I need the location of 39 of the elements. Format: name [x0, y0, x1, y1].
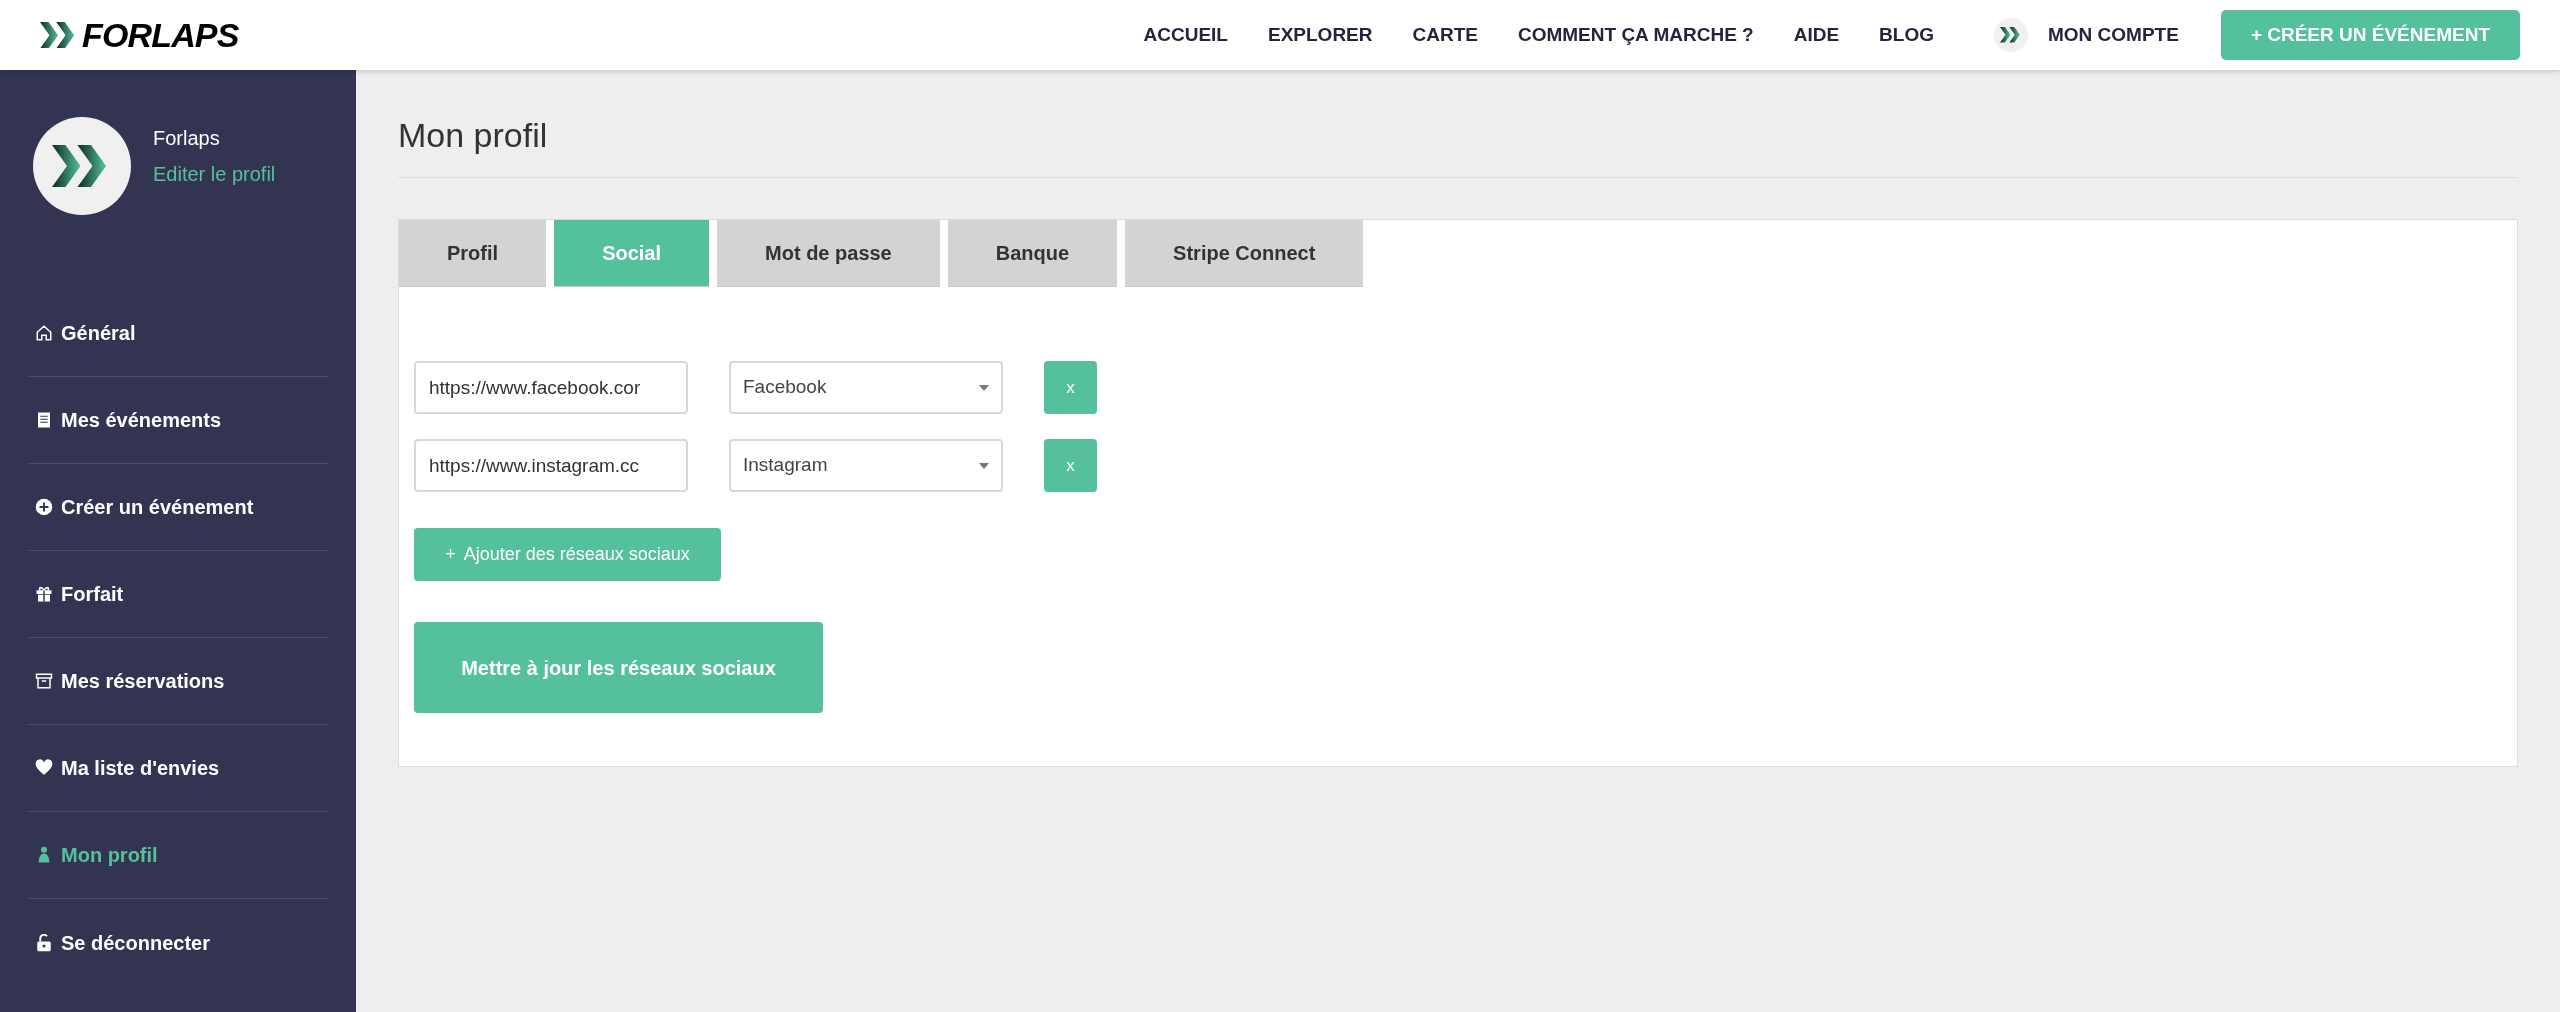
nav-link[interactable]: CARTE	[1412, 20, 1478, 50]
url-field[interactable]: https://www.instagram.cc	[414, 439, 688, 492]
sidebar-item[interactable]: Mon profil	[28, 812, 328, 899]
house-icon	[35, 324, 53, 342]
sidebar-item[interactable]: Mes événements	[28, 377, 328, 464]
tab[interactable]: Profil	[399, 220, 547, 287]
sidebar-item[interactable]: Forfait	[28, 551, 328, 638]
sidebar-item[interactable]: Général	[28, 290, 328, 377]
padlock-icon	[35, 933, 53, 952]
nav-link[interactable]: AIDE	[1793, 20, 1840, 50]
page-title: Mon profil	[398, 110, 2518, 178]
brand-name: FORLAPS	[82, 14, 239, 56]
url-field[interactable]: https://www.facebook.cor	[414, 361, 688, 414]
nav-link[interactable]: BLOG	[1879, 20, 1934, 50]
gift-icon	[35, 585, 53, 603]
archive-box-icon	[35, 672, 53, 690]
tab[interactable]: Stripe Connect	[1125, 220, 1364, 287]
nav-link[interactable]: ACCUEIL	[1143, 20, 1228, 50]
forlaps-logo[interactable]: FORLAPS	[40, 9, 239, 61]
plus-circle-icon	[35, 498, 53, 516]
sidebar-item[interactable]: Ma liste d'envies	[28, 725, 328, 812]
dropdown-caret-icon	[979, 384, 989, 391]
chevron-icon	[2000, 27, 2022, 43]
tab[interactable]: Banque	[947, 220, 1118, 287]
account-link[interactable]: MON COMPTE	[2048, 20, 2179, 50]
nav-link[interactable]: COMMENT ÇA MARCHE ?	[1517, 20, 1754, 50]
network-select[interactable]: Instagram	[729, 439, 1003, 492]
sidebar-item[interactable]: Mes réservations	[28, 638, 328, 725]
nav-link[interactable]: EXPLORER	[1268, 20, 1373, 50]
heart-icon	[35, 759, 53, 777]
user-name: Forlaps	[153, 126, 221, 151]
sidebar-item[interactable]: Créer un événement	[28, 464, 328, 551]
sidebar-item[interactable]: Se déconnecter	[28, 899, 328, 986]
document-icon	[35, 411, 53, 429]
network-select[interactable]: Facebook	[729, 361, 1003, 414]
tab[interactable]: Mot de passe	[717, 220, 940, 287]
dropdown-caret-icon	[979, 462, 989, 469]
edit-profile-link[interactable]: Editer le profil	[153, 159, 276, 189]
account-avatar[interactable]	[1994, 18, 2028, 52]
